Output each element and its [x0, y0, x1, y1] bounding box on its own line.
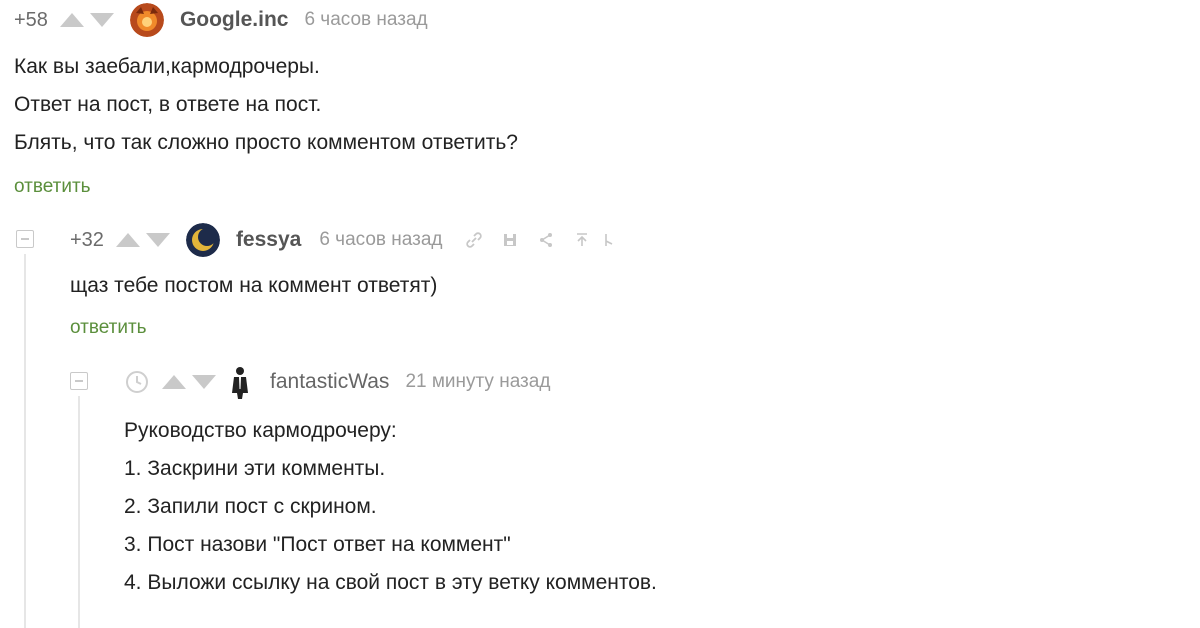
share-icon[interactable] — [535, 229, 557, 251]
comment-text-line: Ответ на пост, в ответе на пост. — [14, 93, 322, 116]
scroll-up-icon[interactable] — [571, 229, 593, 251]
comment-1-body: Как вы заебали,кармодрочеры. Ответ на по… — [14, 48, 518, 162]
comment-2-body: щаз тебе постом на коммент ответят) — [70, 267, 437, 305]
comment-1-header: +58 Google.inc 6 часов назад — [14, 0, 428, 40]
comment-text-line: Как вы заебали,кармодрочеры. — [14, 55, 320, 78]
comment-heading: Руководство кармодрочеру: — [124, 419, 397, 442]
comment-time[interactable]: 21 минуту назад — [405, 371, 550, 393]
avatar[interactable] — [228, 365, 252, 399]
avatar[interactable] — [129, 3, 164, 37]
collapse-thread-button[interactable] — [16, 230, 34, 248]
downvote-arrow-icon[interactable] — [145, 233, 170, 247]
comment-rating: +58 — [14, 8, 48, 31]
downvote-arrow-icon[interactable] — [192, 375, 216, 389]
downvote-arrow-icon[interactable] — [89, 13, 114, 27]
upvote-arrow-icon[interactable] — [59, 13, 84, 27]
upvote-arrow-icon[interactable] — [115, 233, 140, 247]
comment-2-header: +32 fessya 6 часов назад — [70, 220, 615, 260]
save-icon[interactable] — [499, 229, 521, 251]
comment-text-line: 1. Заскрини эти комменты. — [124, 457, 386, 480]
avatar[interactable] — [185, 223, 220, 257]
collapse-thread-button[interactable] — [70, 372, 88, 390]
comment-text-line: Блять, что так сложно просто комментом о… — [14, 131, 518, 154]
clock-icon — [124, 369, 150, 395]
comment-3-body: Руководство кармодрочеру: 1. Заскрини эт… — [124, 412, 657, 602]
thread-line[interactable] — [24, 254, 26, 628]
comment-author[interactable]: fantasticWas — [270, 370, 389, 394]
comment-text-line: 4. Выложи ссылку на свой пост в эту ветк… — [124, 571, 657, 594]
comment-author[interactable]: Google.inc — [180, 8, 289, 32]
comment-text-line: 3. Пост назови "Пост ответ на коммент" — [124, 533, 511, 556]
link-icon[interactable] — [463, 229, 485, 251]
more-icon[interactable] — [603, 229, 615, 251]
comment-text-line: щаз тебе постом на коммент ответят) — [70, 274, 438, 297]
reply-button[interactable]: ответить — [70, 317, 147, 339]
upvote-arrow-icon[interactable] — [162, 375, 186, 389]
comment-text-line: 2. Запили пост с скрином. — [124, 495, 377, 518]
comment-rating: +32 — [70, 228, 104, 251]
comment-time[interactable]: 6 часов назад — [304, 9, 427, 31]
comment-3-header: fantasticWas 21 минуту назад — [124, 362, 550, 402]
comment-time[interactable]: 6 часов назад — [319, 229, 442, 251]
reply-button[interactable]: ответить — [14, 176, 91, 198]
comment-author[interactable]: fessya — [236, 228, 301, 252]
thread-line[interactable] — [78, 396, 80, 628]
